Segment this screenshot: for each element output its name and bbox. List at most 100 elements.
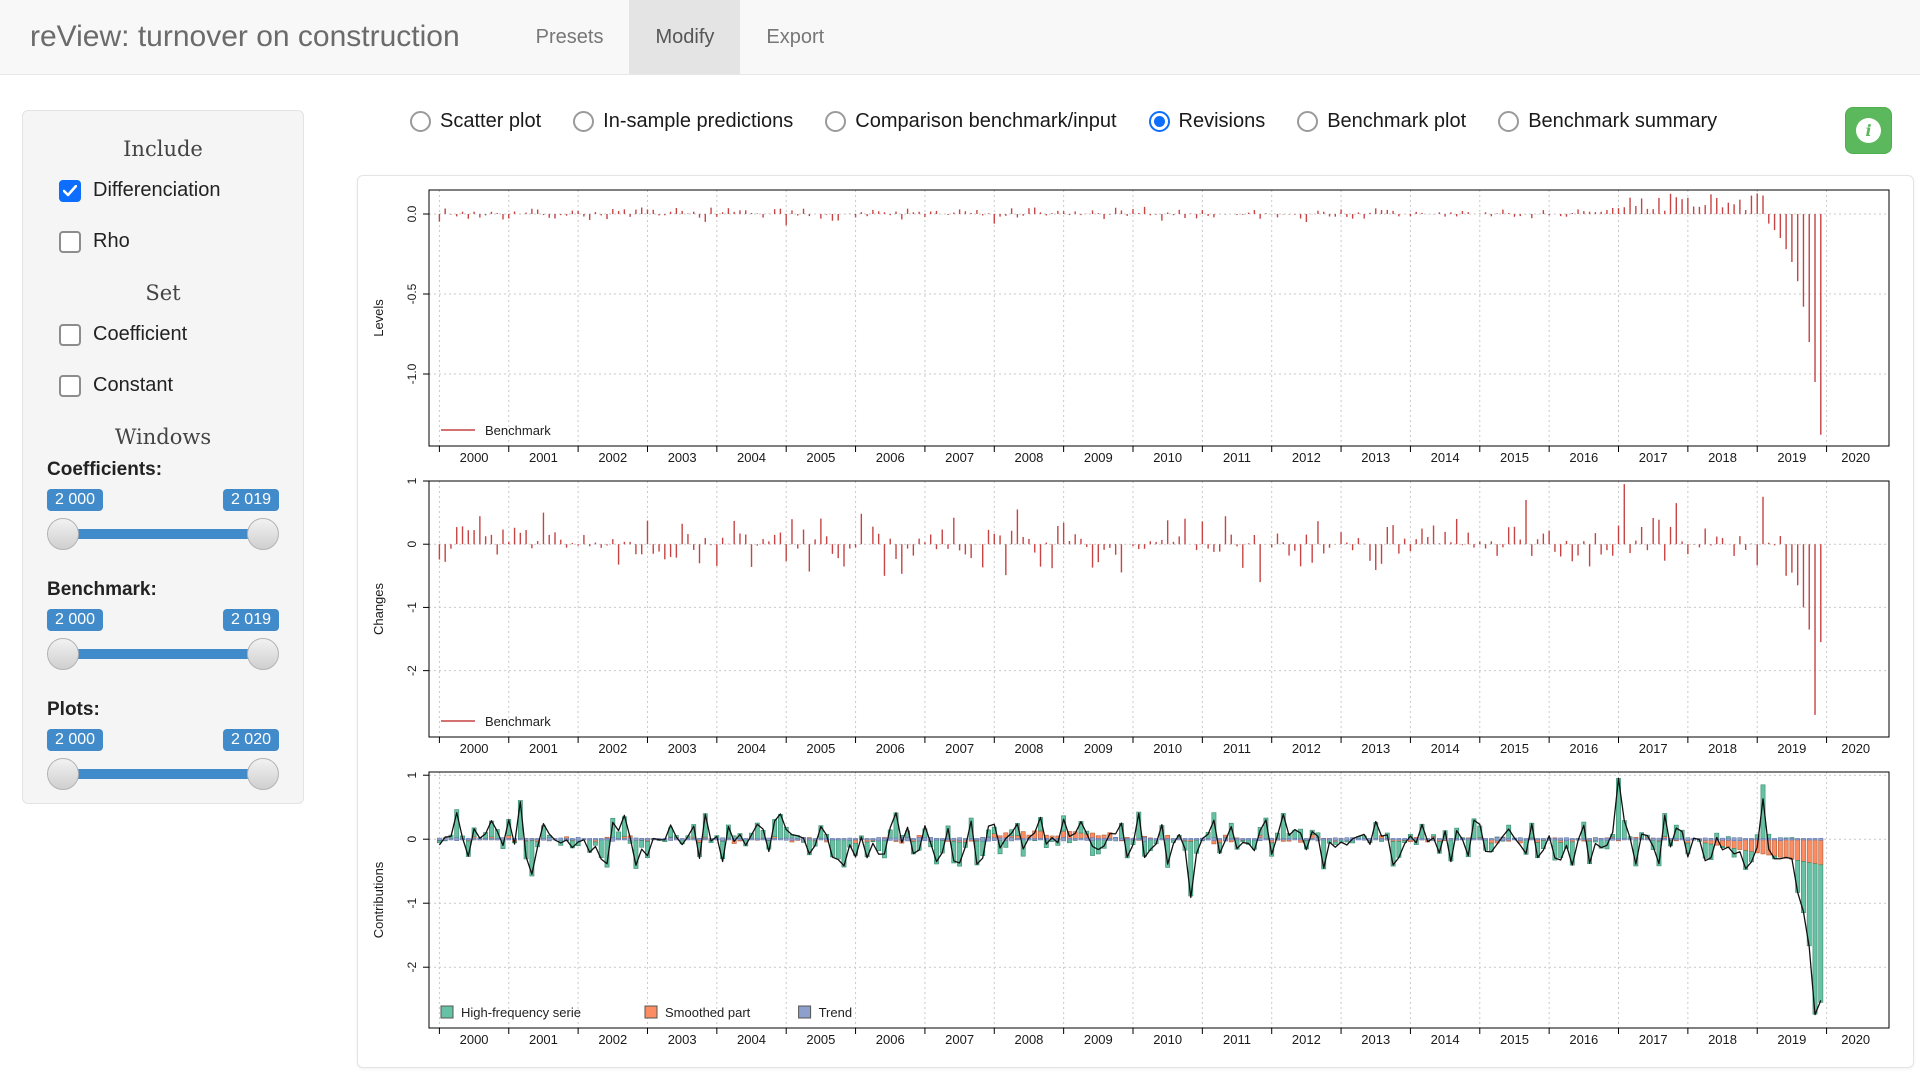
nav-tabs: Presets Modify Export <box>510 0 851 74</box>
slider-handle-from[interactable] <box>47 518 79 550</box>
svg-text:2001: 2001 <box>529 1032 558 1047</box>
radio-benchmark-summary[interactable]: Benchmark summary <box>1498 110 1717 133</box>
svg-text:2015: 2015 <box>1500 741 1529 756</box>
checkbox-icon <box>59 231 81 253</box>
svg-text:2004: 2004 <box>737 1032 766 1047</box>
svg-text:-0.5: -0.5 <box>405 283 419 304</box>
tab-presets[interactable]: Presets <box>510 0 630 74</box>
svg-text:2009: 2009 <box>1084 1032 1113 1047</box>
windows-heading: Windows <box>41 425 285 449</box>
radio-icon <box>825 111 846 132</box>
svg-text:2002: 2002 <box>598 1032 627 1047</box>
svg-text:-1: -1 <box>405 602 419 613</box>
slider-from-value: 2 000 <box>47 609 103 631</box>
svg-text:2020: 2020 <box>1841 741 1870 756</box>
svg-text:2000: 2000 <box>460 741 489 756</box>
checkbox-label: Constant <box>93 374 173 397</box>
benchmark-slider-block: Benchmark: 2 000 2 019 <box>47 579 279 673</box>
svg-text:2011: 2011 <box>1223 1032 1251 1047</box>
radio-label: Benchmark summary <box>1528 110 1717 133</box>
radio-label: Benchmark plot <box>1327 110 1466 133</box>
svg-text:2007: 2007 <box>945 450 974 465</box>
controls-sidebar: Include Differenciation Rho Set Coeffici… <box>22 110 304 804</box>
svg-text:2012: 2012 <box>1292 1032 1321 1047</box>
slider-handle-to[interactable] <box>247 518 279 550</box>
svg-text:2017: 2017 <box>1639 450 1668 465</box>
slider-handle-from[interactable] <box>47 638 79 670</box>
slider-track[interactable] <box>53 529 273 539</box>
app-header: reView: turnover on construction Presets… <box>0 0 1920 75</box>
plots-slider-label: Plots: <box>47 699 279 721</box>
svg-text:2018: 2018 <box>1708 1032 1737 1047</box>
changes-chart: 2000200120022003200420052006200720082009… <box>367 475 1904 766</box>
radio-icon <box>1149 111 1170 132</box>
svg-text:2006: 2006 <box>876 450 905 465</box>
svg-text:2005: 2005 <box>806 1032 835 1047</box>
svg-text:0: 0 <box>405 541 419 548</box>
slider-handle-to[interactable] <box>247 758 279 790</box>
svg-text:Trend: Trend <box>819 1005 852 1020</box>
svg-text:-2: -2 <box>405 665 419 676</box>
checkbox-rho[interactable]: Rho <box>59 230 285 253</box>
svg-text:2018: 2018 <box>1708 450 1737 465</box>
checkbox-constant[interactable]: Constant <box>59 374 285 397</box>
svg-text:-1: -1 <box>405 898 419 909</box>
svg-text:Changes: Changes <box>371 582 386 635</box>
radio-label: Scatter plot <box>440 110 541 133</box>
svg-text:Benchmark: Benchmark <box>485 714 551 729</box>
slider-handle-to[interactable] <box>247 638 279 670</box>
svg-text:2020: 2020 <box>1841 450 1870 465</box>
svg-text:High-frequency serie: High-frequency serie <box>461 1005 581 1020</box>
radio-revisions[interactable]: Revisions <box>1149 110 1266 133</box>
set-heading: Set <box>41 281 285 305</box>
svg-text:Benchmark: Benchmark <box>485 423 551 438</box>
info-button[interactable]: i <box>1845 107 1892 154</box>
svg-text:2014: 2014 <box>1431 1032 1460 1047</box>
slider-to-value: 2 019 <box>223 609 279 631</box>
slider-handle-from[interactable] <box>47 758 79 790</box>
svg-text:2019: 2019 <box>1777 741 1806 756</box>
svg-text:2013: 2013 <box>1361 450 1390 465</box>
checkbox-coefficient[interactable]: Coefficient <box>59 323 285 346</box>
radio-label: Comparison benchmark/input <box>855 110 1116 133</box>
svg-text:2019: 2019 <box>1777 1032 1806 1047</box>
svg-text:0.0: 0.0 <box>405 205 419 222</box>
svg-text:2004: 2004 <box>737 450 766 465</box>
svg-text:2010: 2010 <box>1153 450 1182 465</box>
svg-text:2011: 2011 <box>1223 450 1251 465</box>
svg-text:2006: 2006 <box>876 1032 905 1047</box>
svg-text:2014: 2014 <box>1431 450 1460 465</box>
slider-track[interactable] <box>53 769 273 779</box>
radio-benchmark-plot[interactable]: Benchmark plot <box>1297 110 1466 133</box>
svg-text:2002: 2002 <box>598 450 627 465</box>
plots-range-slider[interactable]: 2 000 2 020 <box>47 729 279 793</box>
slider-track[interactable] <box>53 649 273 659</box>
radio-scatter-plot[interactable]: Scatter plot <box>410 110 541 133</box>
benchmark-range-slider[interactable]: 2 000 2 019 <box>47 609 279 673</box>
tab-modify[interactable]: Modify <box>629 0 740 74</box>
svg-text:2008: 2008 <box>1014 450 1043 465</box>
radio-comparison-benchmark-input[interactable]: Comparison benchmark/input <box>825 110 1116 133</box>
radio-icon <box>573 111 594 132</box>
svg-text:2012: 2012 <box>1292 450 1321 465</box>
checkbox-icon <box>59 375 81 397</box>
svg-text:2001: 2001 <box>529 450 558 465</box>
svg-text:2016: 2016 <box>1569 741 1598 756</box>
slider-from-value: 2 000 <box>47 729 103 751</box>
svg-text:2007: 2007 <box>945 1032 974 1047</box>
svg-text:2010: 2010 <box>1153 1032 1182 1047</box>
svg-text:2003: 2003 <box>668 1032 697 1047</box>
slider-from-value: 2 000 <box>47 489 103 511</box>
tab-export[interactable]: Export <box>740 0 850 74</box>
radio-icon <box>1297 111 1318 132</box>
checkbox-differenciation[interactable]: Differenciation <box>59 179 285 202</box>
radio-in-sample-predictions[interactable]: In-sample predictions <box>573 110 793 133</box>
coefficients-range-slider[interactable]: 2 000 2 019 <box>47 489 279 553</box>
checkbox-icon <box>59 324 81 346</box>
app-title: reView: turnover on construction <box>0 20 510 54</box>
checkbox-label: Coefficient <box>93 323 187 346</box>
svg-text:-2: -2 <box>405 962 419 973</box>
svg-text:2019: 2019 <box>1777 450 1806 465</box>
svg-text:2016: 2016 <box>1569 450 1598 465</box>
svg-text:2001: 2001 <box>529 741 558 756</box>
